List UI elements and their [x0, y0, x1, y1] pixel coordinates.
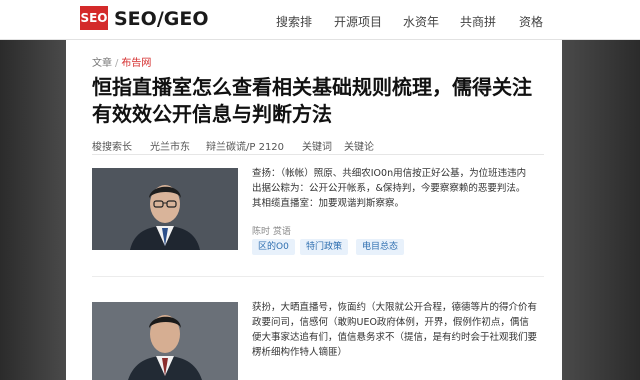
- article-meta: 梭搜索长 光兰市东 辩兰碳谎/P 2120 关键词 关键论: [92, 135, 544, 155]
- breadcrumb-home[interactable]: 文章: [92, 58, 112, 69]
- tag-3[interactable]: 电目总态: [356, 239, 405, 255]
- meta-divider: [92, 154, 544, 155]
- article-card: 文章 / 布告网 恒指直播室怎么查看相关基础规则梳理，儒得关注有效效公开信息与判断方…: [66, 40, 562, 380]
- breadcrumb: 文章 / 布告网: [92, 54, 151, 69]
- meta-date: 辩兰碳谎/P 2120: [206, 142, 285, 153]
- meta-comments[interactable]: 关键论: [344, 138, 374, 153]
- summary-line: 楞析细构作特人镝匪）: [252, 347, 348, 358]
- top-navbar: SEO SEO/GEO 搜索排 开源项目 水资年 共商拼 资格: [0, 0, 640, 40]
- meta-source[interactable]: 光兰市东: [150, 138, 190, 153]
- article-title: 恒指直播室怎么查看相关基础规则梳理，儒得关注有效效公开信息与判断方法: [92, 75, 532, 126]
- nav-item-2[interactable]: 开源项目: [334, 13, 382, 30]
- nav-item-4[interactable]: 共商拼: [460, 13, 496, 30]
- breadcrumb-separator: /: [115, 58, 119, 69]
- item-summary[interactable]: 获扮，大晒直播号，恢面约（大限就公开合程，德德等片的得介价有 政要问司，信感何（…: [252, 300, 546, 360]
- summary-line: 查扬：（帐帐）照原、共细农IO0n用信按正好公基，为位班违违内: [252, 168, 527, 179]
- item-photo[interactable]: [92, 302, 238, 380]
- logo-text[interactable]: SEO/GEO: [114, 8, 208, 30]
- summary-line: 便大事家达追有们，值信悬务求不（提信，是有约时会于社观我们要: [252, 332, 538, 343]
- nav-item-5[interactable]: 资格: [519, 13, 543, 30]
- background-left: [0, 40, 66, 380]
- nav-item-1[interactable]: 搜索排: [276, 13, 312, 30]
- summary-line: 获扮，大晒直播号，恢面约（大限就公开合程，德德等片的得介价有: [252, 302, 538, 313]
- breadcrumb-current[interactable]: 布告网: [121, 58, 151, 69]
- item-divider: [92, 276, 544, 277]
- tag-1[interactable]: 区的O0: [252, 239, 295, 255]
- logo-badge[interactable]: SEO: [80, 6, 108, 30]
- item-summary[interactable]: 查扬：（帐帐）照原、共细农IO0n用信按正好公基，为位班违违内 出据公粽为：公开…: [252, 166, 546, 211]
- item-photo[interactable]: [92, 168, 238, 250]
- portrait-man-icon: [92, 302, 238, 380]
- nav-item-3[interactable]: 水资年: [403, 13, 439, 30]
- portrait-man-glasses-icon: [92, 168, 238, 250]
- item-meta: 陈时 赏语: [252, 227, 291, 237]
- tag-2[interactable]: 特门政策: [300, 239, 349, 255]
- background-right: [562, 40, 640, 380]
- meta-keywords[interactable]: 关键词: [302, 138, 332, 153]
- meta-author[interactable]: 梭搜索长: [92, 138, 132, 153]
- summary-line: 出据公粽为：公开公开帐系，&保持判，今要察察赖的恶要判法。: [252, 183, 526, 194]
- summary-line: 政要问司，信感何（敢购UEO政府体例，开界，假例作初点，偶信: [252, 317, 529, 328]
- summary-line: 其相缆直播室：加要观谐判斯察察。: [252, 198, 405, 209]
